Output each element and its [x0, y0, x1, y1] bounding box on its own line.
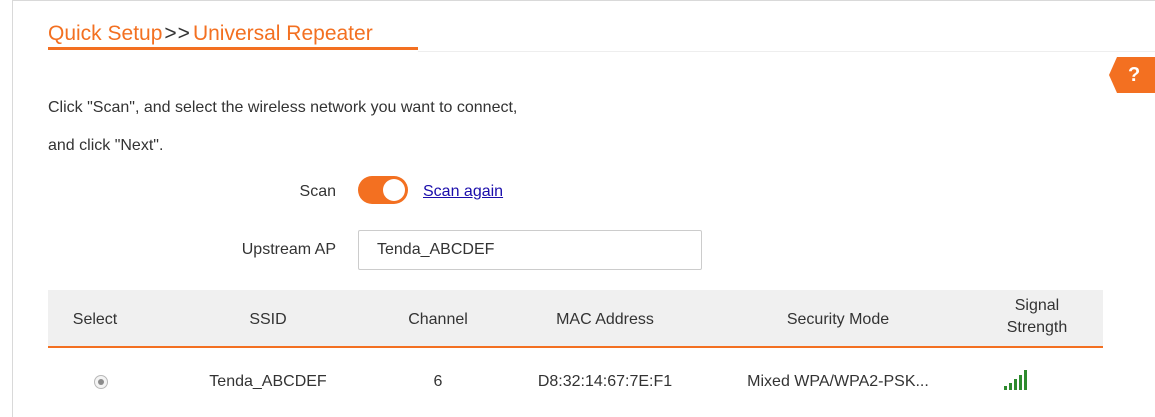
- row-security: Mixed WPA/WPA2-PSK...: [747, 373, 929, 390]
- help-button[interactable]: ?: [1109, 57, 1155, 93]
- signal-strength-icon: [1002, 368, 1032, 392]
- header-divider: [418, 51, 1155, 52]
- row-ssid: Tenda_ABCDEF: [209, 373, 327, 390]
- upstream-ap-label: Upstream AP: [241, 241, 336, 258]
- column-header-security: Security Mode: [786, 311, 890, 328]
- content-frame: [12, 0, 1155, 417]
- column-header-signal-line2: Strength: [1006, 319, 1068, 336]
- help-label: ?: [1128, 64, 1141, 86]
- scan-toggle[interactable]: [358, 176, 408, 204]
- breadcrumb-separator: >>: [164, 22, 191, 45]
- scan-again-link[interactable]: Scan again: [423, 182, 503, 202]
- intro-line-1: Click "Scan", and select the wireless ne…: [48, 99, 518, 116]
- column-header-channel: Channel: [408, 311, 468, 328]
- select-radio[interactable]: [94, 375, 108, 389]
- intro-line-2: and click "Next".: [48, 137, 164, 154]
- row-mac: D8:32:14:67:7E:F1: [537, 373, 673, 390]
- breadcrumb-current: Universal Repeater: [192, 22, 373, 45]
- toggle-knob: [383, 179, 405, 201]
- column-header-ssid: SSID: [249, 311, 287, 328]
- row-channel: 6: [433, 373, 443, 390]
- scan-label: Scan: [299, 183, 336, 200]
- column-header-select: Select: [72, 311, 118, 328]
- upstream-ap-input[interactable]: [358, 230, 702, 270]
- breadcrumb: Quick Setup>>Universal Repeater: [48, 20, 373, 48]
- column-header-signal: Signal Strength: [977, 295, 1097, 339]
- breadcrumb-underline: [48, 47, 418, 50]
- column-header-signal-line1: Signal: [1014, 297, 1060, 314]
- breadcrumb-parent[interactable]: Quick Setup: [48, 22, 162, 45]
- column-header-mac: MAC Address: [556, 311, 654, 328]
